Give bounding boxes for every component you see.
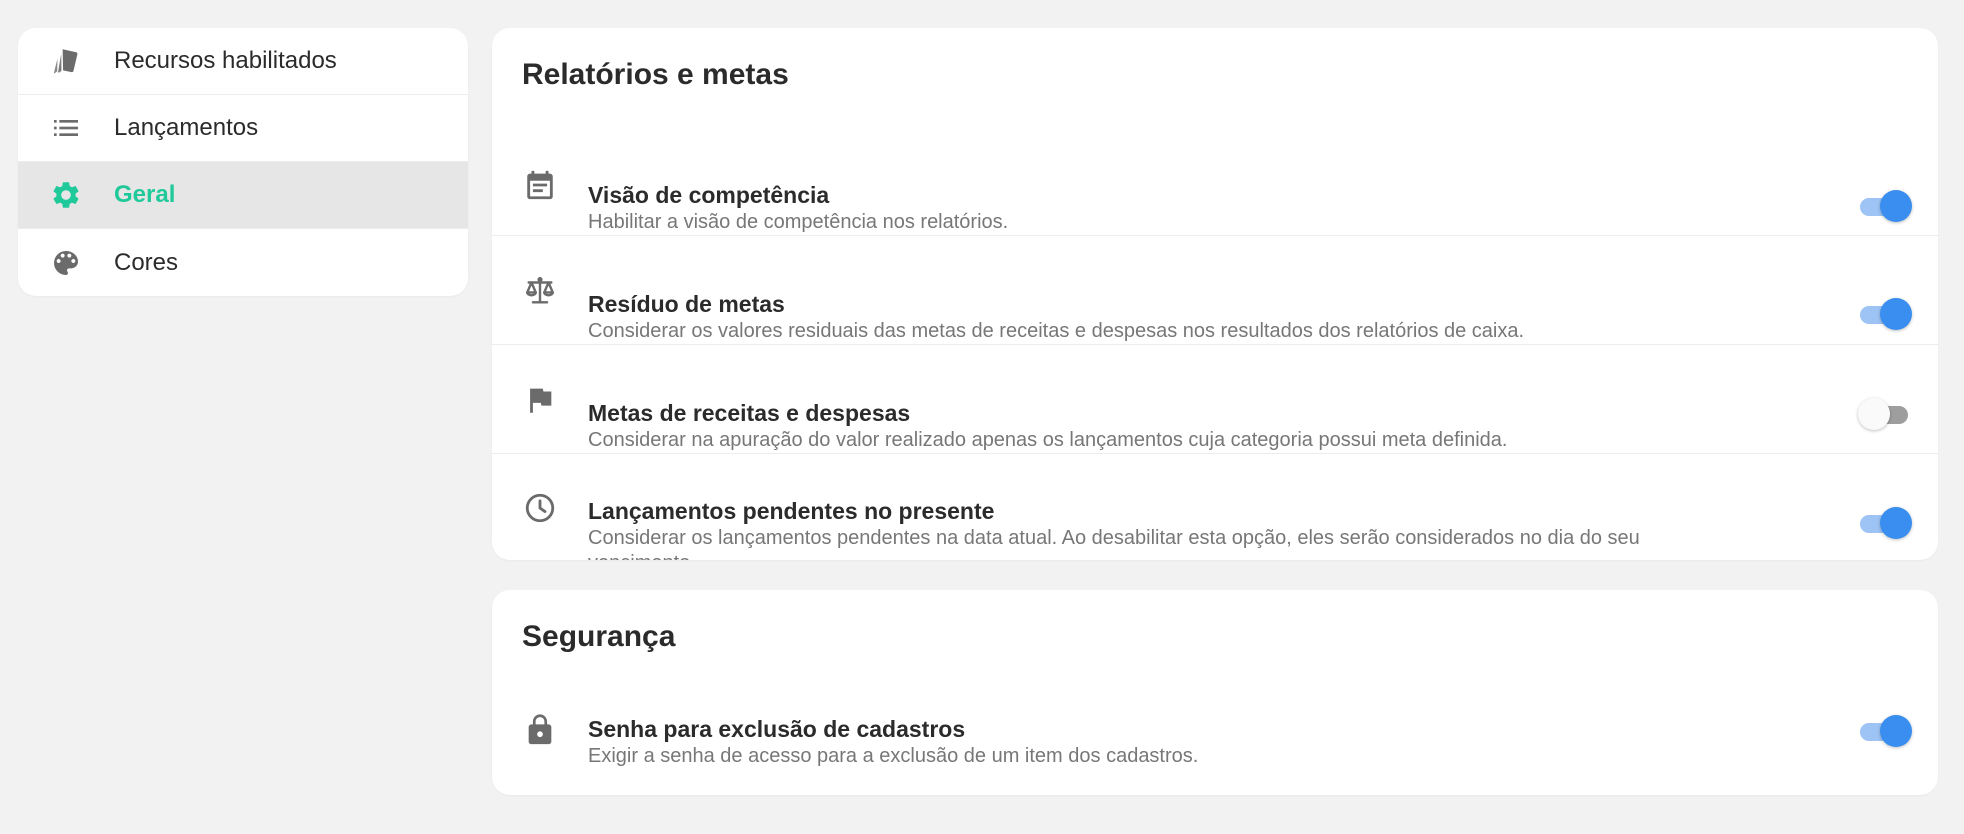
setting-description: Considerar na apuração do valor realizad… [588,429,1508,451]
gear-icon [50,179,82,211]
setting-title: Visão de competência [588,182,830,208]
setting-row-visao-competencia: Visão de competência Habilitar a visão d… [492,134,1938,236]
lancamentos-pendentes-toggle[interactable] [1858,507,1912,539]
cards-icon [50,45,82,77]
setting-title: Lançamentos pendentes no presente [588,498,995,524]
sidebar-item-cores[interactable]: Cores [18,229,468,296]
metas-receitas-despesas-toggle[interactable] [1858,398,1912,430]
calendar-icon [522,167,558,203]
reports-settings-card: Relatórios e metas Visão de competência … [492,28,1938,560]
setting-description: Considerar os lançamentos pendentes na d… [588,527,1640,560]
scale-icon [522,273,558,309]
sidebar-item-recursos-habilitados[interactable]: Recursos habilitados [18,28,468,95]
setting-description: Exigir a senha de acesso para a exclusão… [588,745,1199,767]
flag-icon [522,382,558,418]
visao-competencia-toggle[interactable] [1858,190,1912,222]
setting-row-residuo-metas: Resíduo de metas Considerar os valores r… [492,236,1938,345]
residuo-metas-toggle[interactable] [1858,298,1912,330]
sidebar-item-geral[interactable]: Geral [18,162,468,229]
sidebar-item-label: Geral [114,181,176,208]
list-icon [50,112,82,144]
sidebar-item-label: Cores [114,248,179,276]
sidebar-item-label: Lançamentos [114,114,259,141]
senha-exclusao-toggle[interactable] [1858,715,1912,747]
settings-sidebar: Recursos habilitados Lançamentos Geral C… [18,28,468,296]
setting-description: Habilitar a visão de competência nos rel… [588,211,1009,233]
lock-icon [522,712,558,748]
sidebar-item-label: Recursos habilitados [114,47,337,74]
setting-row-metas-receitas-despesas: Metas de receitas e despesas Considerar … [492,345,1938,454]
setting-row-lancamentos-pendentes: Lançamentos pendentes no presente Consid… [492,454,1938,560]
setting-title: Senha para exclusão de cadastros [588,716,966,742]
security-settings-card: Segurança Senha para exclusão de cadastr… [492,590,1938,795]
sidebar-item-lancamentos[interactable]: Lançamentos [18,95,468,162]
setting-row-senha-exclusao: Senha para exclusão de cadastros Exigir … [492,690,1938,795]
setting-title: Metas de receitas e despesas [588,400,911,426]
setting-title: Resíduo de metas [588,291,785,317]
palette-icon [50,247,82,279]
card-title: Relatórios e metas [522,58,789,91]
setting-description: Considerar os valores residuais das meta… [588,320,1525,342]
card-title: Segurança [522,620,676,653]
clock-icon [522,490,558,526]
